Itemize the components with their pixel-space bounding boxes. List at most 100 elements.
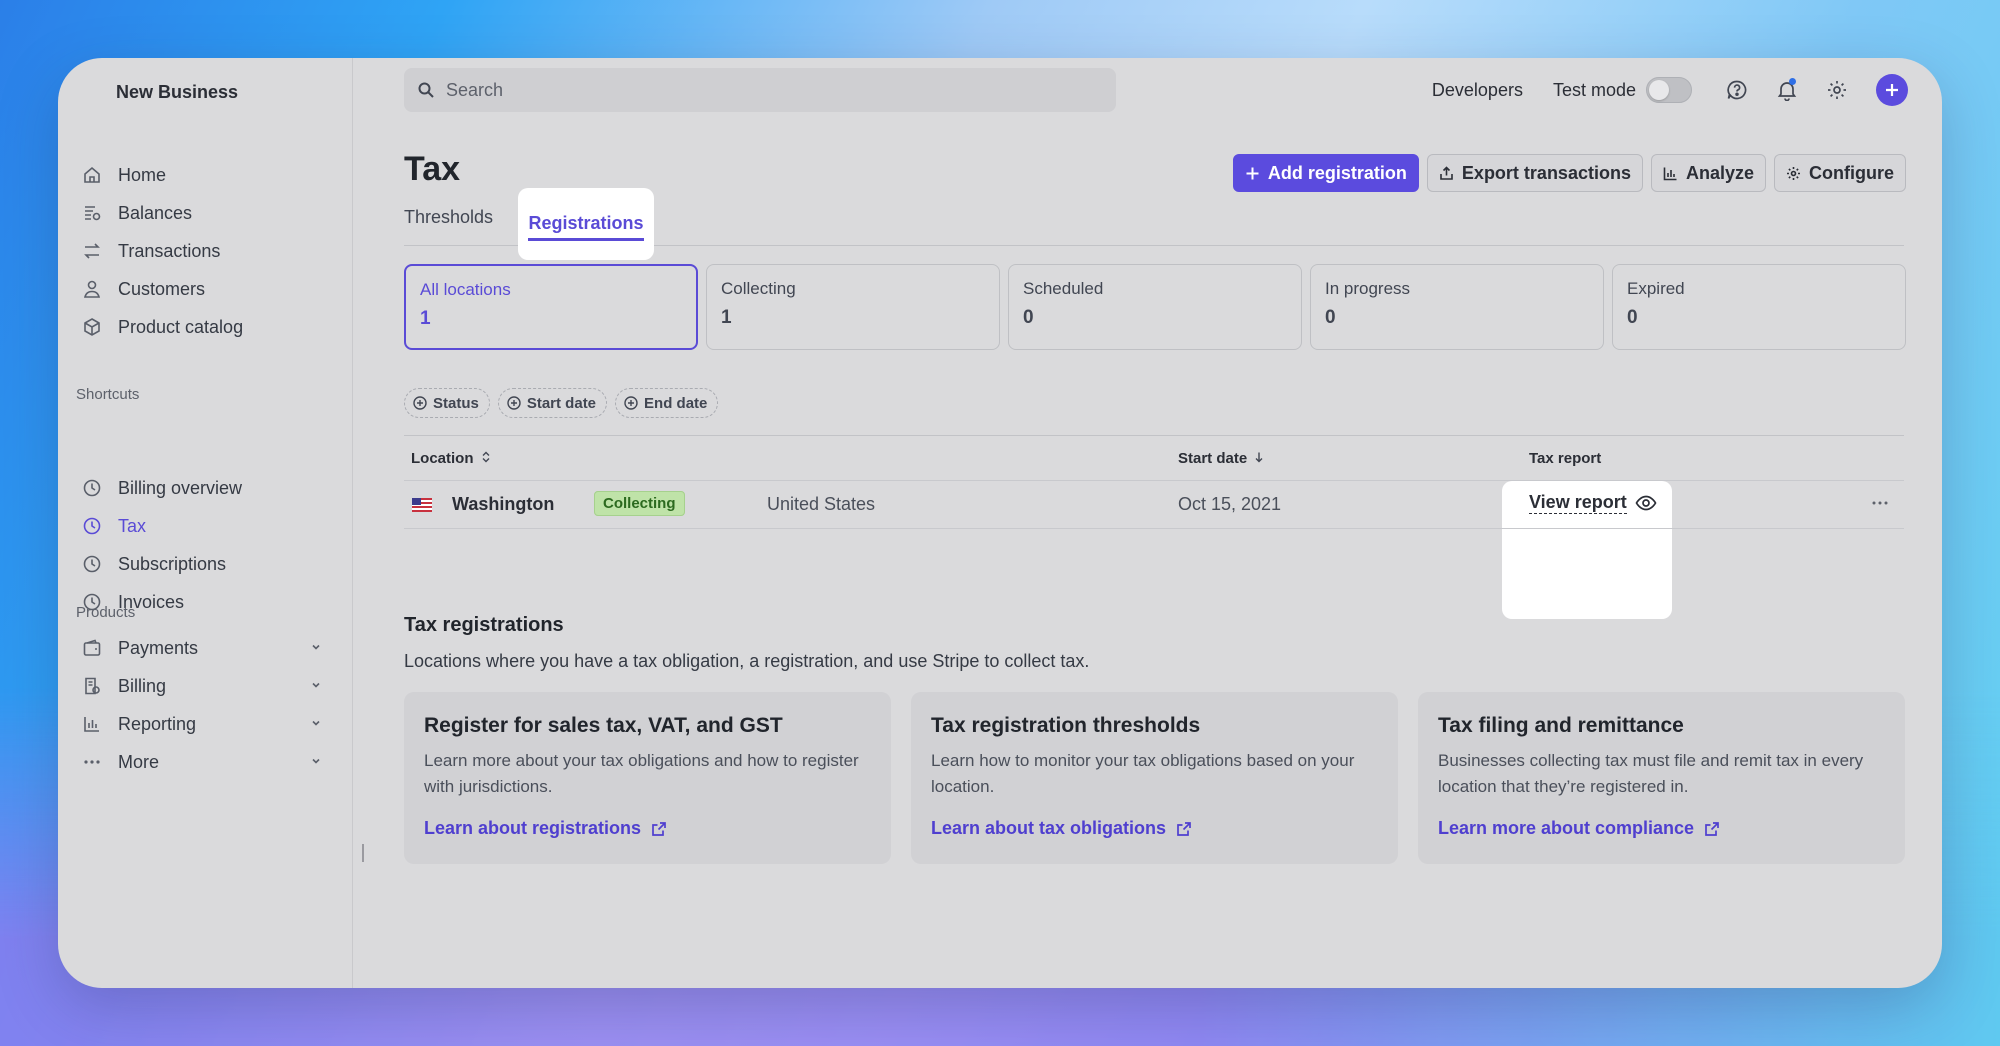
- sidebar-item-payments[interactable]: Payments: [76, 629, 336, 667]
- info-card-body: Businesses collecting tax must file and …: [1438, 751, 1864, 796]
- sidebar-item-reporting[interactable]: Reporting: [76, 705, 336, 743]
- create-plus-button[interactable]: [1876, 74, 1908, 106]
- sidebar-item-label: Billing overview: [118, 477, 243, 498]
- sidebar-item-label: Product catalog: [118, 316, 244, 337]
- business-name[interactable]: New Business: [116, 82, 238, 103]
- search-icon: [418, 82, 434, 98]
- filter-card-count: 0: [1325, 307, 1336, 328]
- sidebar-item-label: More: [118, 751, 160, 772]
- filter-card-expired[interactable]: Expired 0: [1612, 264, 1906, 350]
- filter-card-label: Expired: [1627, 279, 1685, 298]
- add-registration-label: Add registration: [1267, 162, 1407, 183]
- page-title: Tax: [404, 150, 461, 188]
- search-placeholder: Search: [446, 79, 504, 100]
- filter-card-label: All locations: [420, 280, 511, 299]
- plus-icon: [1886, 84, 1898, 96]
- header-label: Location: [411, 450, 474, 467]
- info-card-body: Learn more about your tax obligations an…: [424, 751, 859, 796]
- info-card-title: Register for sales tax, VAT, and GST: [424, 714, 783, 737]
- sidebar-item-more[interactable]: More: [76, 743, 336, 781]
- sidebar-item-label: Reporting: [118, 713, 197, 734]
- chevron-down-icon[interactable]: [310, 755, 322, 770]
- filter-card-in-progress[interactable]: In progress 0: [1310, 264, 1604, 350]
- registrations-table: Location Start date Tax report Washingto…: [404, 435, 1904, 529]
- sidebar-item-home[interactable]: Home: [76, 156, 336, 194]
- end-date-filter-chip[interactable]: End date: [615, 388, 719, 418]
- analyze-button[interactable]: Analyze: [1650, 154, 1766, 192]
- start-date-filter-chip[interactable]: Start date: [497, 388, 608, 418]
- transactions-icon: [80, 239, 104, 263]
- reporting-icon: [80, 712, 104, 736]
- balances-icon: [80, 201, 104, 225]
- gear-icon[interactable]: [1822, 75, 1852, 105]
- sidebar-item-product-catalog[interactable]: Product catalog: [76, 308, 336, 346]
- sidebar-item-customers[interactable]: Customers: [76, 270, 336, 308]
- view-report-label: View report: [1529, 492, 1627, 514]
- main-nav: Home Balances Transactions Customers Pro…: [76, 156, 336, 346]
- test-mode-toggle[interactable]: [1646, 77, 1692, 103]
- filter-card-label: Scheduled: [1023, 279, 1104, 298]
- view-report-link[interactable]: View report: [1529, 492, 1657, 514]
- payments-icon: [80, 636, 104, 660]
- external-link-icon: [1705, 821, 1719, 836]
- more-horizontal-icon: [1872, 501, 1888, 505]
- search-input[interactable]: Search: [404, 68, 1116, 112]
- products-nav: Payments Billing Reporting More: [76, 629, 336, 781]
- learn-more-about-compliance-link[interactable]: Learn more about compliance: [1438, 818, 1720, 839]
- filter-cards: All locations 1 Collecting 1 Scheduled 0…: [404, 264, 1906, 350]
- section-title: Tax registrations: [404, 614, 564, 636]
- chevron-down-icon[interactable]: [310, 717, 322, 732]
- add-circle-icon: [624, 396, 638, 410]
- gear-icon: [1787, 166, 1800, 180]
- sidebar-item-label: Payments: [118, 637, 199, 658]
- export-transactions-button[interactable]: Export transactions: [1426, 154, 1643, 192]
- billing-icon: [80, 674, 104, 698]
- info-cards: Register for sales tax, VAT, and GST Lea…: [404, 692, 1905, 864]
- sidebar-item-subscriptions[interactable]: Subscriptions: [76, 545, 336, 583]
- status-filter-chip[interactable]: Status: [404, 388, 490, 418]
- info-card-register: Register for sales tax, VAT, and GST Lea…: [404, 692, 891, 864]
- header-label: Start date: [1178, 450, 1248, 467]
- bell-icon[interactable]: [1772, 75, 1802, 105]
- tab-registrations[interactable]: Registrations: [518, 188, 654, 260]
- customers-icon: [80, 277, 104, 301]
- sidebar-item-label: Transactions: [118, 240, 221, 261]
- more-icon: [80, 750, 104, 774]
- tab-registrations-label: Registrations: [528, 213, 644, 241]
- product-catalog-icon: [80, 315, 104, 339]
- sidebar-item-transactions[interactable]: Transactions: [76, 232, 336, 270]
- link-label: Learn more about compliance: [1438, 818, 1695, 838]
- row-more-actions-button[interactable]: [1870, 493, 1890, 519]
- tab-thresholds[interactable]: Thresholds: [404, 188, 493, 246]
- table-row[interactable]: Washington Collecting United States Oct …: [404, 481, 1904, 529]
- add-registration-button[interactable]: Add registration: [1232, 154, 1419, 192]
- learn-about-tax-obligations-link[interactable]: Learn about tax obligations: [931, 818, 1192, 839]
- filter-chips: Status Start date End date: [404, 388, 719, 418]
- sidebar-item-label: Subscriptions: [118, 553, 227, 574]
- sidebar-item-tax[interactable]: Tax: [76, 507, 336, 545]
- filter-card-scheduled[interactable]: Scheduled 0: [1008, 264, 1302, 350]
- developers-link[interactable]: Developers: [1432, 80, 1523, 101]
- sidebar-item-billing-overview[interactable]: Billing overview: [76, 469, 336, 507]
- clock-icon: [80, 552, 104, 576]
- chip-label: Status: [433, 394, 479, 412]
- info-card-filing: Tax filing and remittance Businesses col…: [1418, 692, 1905, 864]
- filter-card-label: Collecting: [721, 279, 796, 298]
- info-card-body: Learn how to monitor your tax obligation…: [931, 751, 1355, 796]
- help-icon[interactable]: [1722, 75, 1752, 105]
- location-cell: Washington: [452, 494, 555, 514]
- external-link-icon: [1177, 821, 1191, 836]
- filter-card-collecting[interactable]: Collecting 1: [706, 264, 1000, 350]
- sidebar-item-balances[interactable]: Balances: [76, 194, 336, 232]
- chevron-down-icon[interactable]: [310, 641, 322, 656]
- configure-button[interactable]: Configure: [1774, 154, 1906, 192]
- start-date-column-header[interactable]: Start date: [1178, 450, 1264, 467]
- chevron-down-icon[interactable]: [310, 679, 322, 694]
- filter-card-all-locations[interactable]: All locations 1: [404, 264, 698, 350]
- sidebar-resize-handle[interactable]: [362, 844, 364, 862]
- filter-card-count: 1: [420, 308, 431, 329]
- location-column-header[interactable]: Location: [411, 450, 491, 467]
- sidebar-item-billing[interactable]: Billing: [76, 667, 336, 705]
- learn-about-registrations-link[interactable]: Learn about registrations: [424, 818, 667, 839]
- link-label: Learn about registrations: [424, 818, 642, 838]
